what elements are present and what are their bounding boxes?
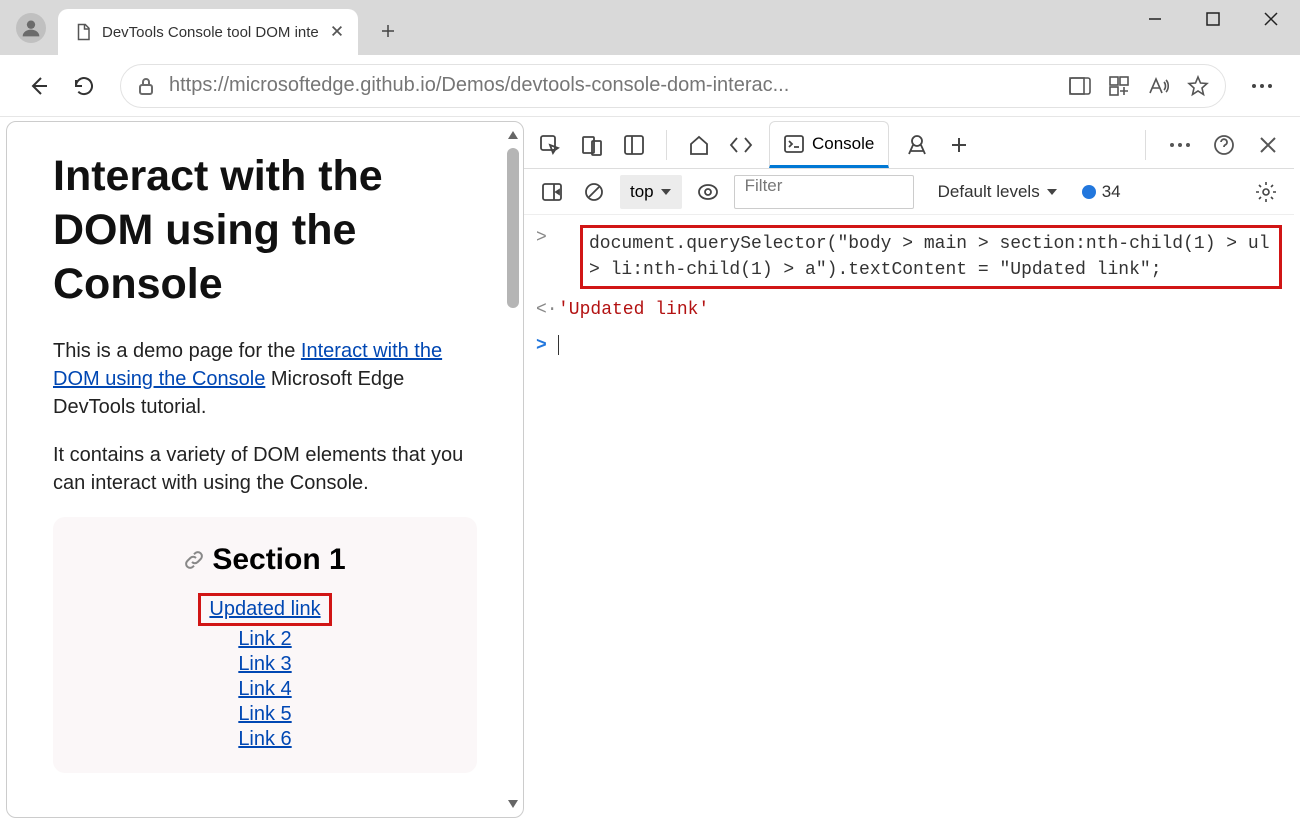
list-item: Link 6 (73, 728, 457, 751)
separator (1145, 130, 1146, 160)
devtools-pane: Console top Filter Default levels (524, 121, 1294, 818)
highlighted-code: document.querySelector("body > main > se… (580, 225, 1282, 289)
collections-icon[interactable] (1109, 76, 1129, 96)
tab-console[interactable]: Console (769, 121, 889, 168)
link-section-icon (184, 550, 204, 570)
inspect-icon[interactable] (536, 131, 564, 159)
section-link[interactable]: Link 4 (238, 678, 291, 700)
favorite-icon[interactable] (1187, 75, 1209, 97)
code-text: document.querySelector("body > main > se… (589, 234, 1270, 280)
console-toolbar: top Filter Default levels 34 (524, 169, 1294, 215)
sidebar-toggle-icon[interactable] (536, 176, 568, 208)
chevron-down-icon (660, 186, 672, 198)
link-list: Updated link Link 2 Link 3 Link 4 Link 5… (73, 593, 457, 751)
input-prompt-icon: > (536, 225, 558, 289)
section-link[interactable]: Link 2 (238, 628, 291, 650)
text-cursor (558, 335, 559, 355)
list-item: Link 3 (73, 653, 457, 676)
list-item: Link 5 (73, 703, 457, 726)
console-input-row: > document.querySelector("body > main > … (536, 225, 1282, 289)
welcome-tab-icon[interactable] (685, 131, 713, 159)
scroll-up-icon[interactable] (505, 126, 521, 144)
section-link[interactable]: Link 6 (238, 728, 291, 750)
devtools-menu-icon[interactable] (1166, 131, 1194, 159)
section-heading: Section 1 (184, 543, 345, 577)
device-toggle-icon[interactable] (578, 131, 606, 159)
tab-console-label: Console (812, 134, 874, 154)
page-viewport: Interact with the DOM using the Console … (6, 121, 524, 818)
devtools-tabstrip: Console (524, 121, 1294, 169)
console-output-row: <· 'Updated link' (536, 297, 1282, 323)
scroll-down-icon[interactable] (505, 795, 521, 813)
page-heading: Interact with the DOM using the Console (53, 150, 477, 311)
back-button[interactable] (18, 66, 58, 106)
input-prompt-icon: > (536, 333, 558, 359)
window-controls (1126, 0, 1300, 38)
issues-badge[interactable]: 34 (1082, 182, 1121, 202)
browser-tab[interactable]: DevTools Console tool DOM inte (58, 9, 358, 55)
content-split: Interact with the DOM using the Console … (0, 117, 1300, 822)
console-prompt-row[interactable]: > (536, 333, 1282, 359)
filter-input[interactable]: Filter (734, 175, 914, 209)
close-devtools-icon[interactable] (1254, 131, 1282, 159)
scroll-thumb[interactable] (507, 148, 519, 308)
maximize-button[interactable] (1184, 0, 1242, 38)
minimize-button[interactable] (1126, 0, 1184, 38)
issue-dot-icon (1082, 185, 1096, 199)
close-tab-icon[interactable] (330, 24, 346, 40)
console-settings-icon[interactable] (1250, 176, 1282, 208)
add-tab-icon[interactable] (945, 131, 973, 159)
url-action-icons (1069, 75, 1209, 97)
list-item: Updated link (73, 593, 457, 626)
elements-tab-icon[interactable] (727, 131, 755, 159)
sources-tab-icon[interactable] (903, 131, 931, 159)
scrollbar[interactable] (505, 126, 521, 813)
profile-avatar[interactable] (16, 13, 46, 43)
new-tab-button[interactable] (370, 13, 406, 49)
list-item: Link 4 (73, 678, 457, 701)
intro-paragraph: This is a demo page for the Interact wit… (53, 337, 477, 421)
section-1: Section 1 Updated link Link 2 Link 3 Lin… (53, 517, 477, 773)
live-expression-icon[interactable] (692, 176, 724, 208)
description-paragraph: It contains a variety of DOM elements th… (53, 441, 477, 497)
chevron-down-icon (1046, 186, 1058, 198)
output-text: 'Updated link' (558, 297, 709, 323)
help-icon[interactable] (1210, 131, 1238, 159)
toolbar: https://microsoftedge.github.io/Demos/de… (0, 55, 1300, 117)
output-prompt-icon: <· (536, 297, 558, 323)
context-label: top (630, 182, 654, 202)
section-link[interactable]: Link 3 (238, 653, 291, 675)
dock-icon[interactable] (620, 131, 648, 159)
context-selector[interactable]: top (620, 175, 682, 209)
reader-mode-icon[interactable] (1069, 77, 1091, 95)
section-link[interactable]: Link 5 (238, 703, 291, 725)
log-levels-selector[interactable]: Default levels (938, 182, 1058, 202)
address-bar[interactable]: https://microsoftedge.github.io/Demos/de… (120, 64, 1226, 108)
separator (666, 130, 667, 160)
list-item: Link 2 (73, 628, 457, 651)
tab-title: DevTools Console tool DOM inte (102, 24, 320, 41)
lock-icon (137, 77, 155, 95)
console-output[interactable]: > document.querySelector("body > main > … (524, 215, 1294, 359)
issue-count: 34 (1102, 182, 1121, 202)
close-window-button[interactable] (1242, 0, 1300, 38)
document-icon (74, 23, 92, 41)
url-text: https://microsoftedge.github.io/Demos/de… (169, 74, 1055, 97)
titlebar: DevTools Console tool DOM inte (0, 0, 1300, 55)
browser-menu-button[interactable] (1242, 66, 1282, 106)
read-aloud-icon[interactable] (1147, 76, 1169, 96)
console-icon (784, 135, 804, 153)
refresh-button[interactable] (64, 66, 104, 106)
section-link[interactable]: Updated link (209, 598, 320, 620)
clear-console-icon[interactable] (578, 176, 610, 208)
